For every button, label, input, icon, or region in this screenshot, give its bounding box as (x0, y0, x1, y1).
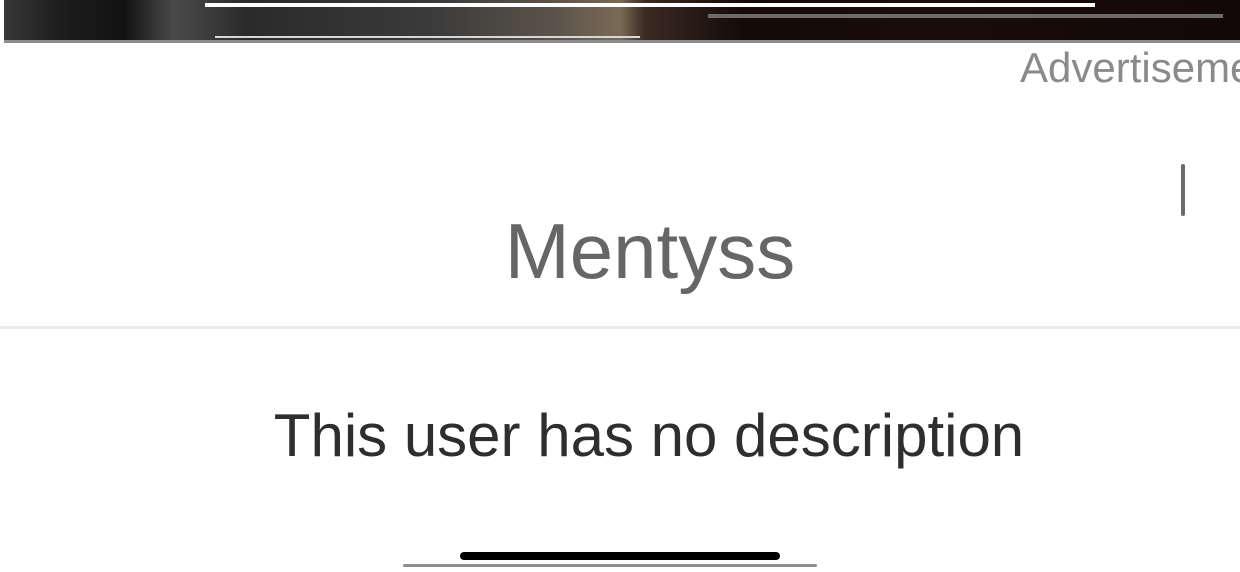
advertisement-label: Advertiseme (1020, 44, 1240, 91)
ad-graphic-line (205, 3, 1095, 7)
home-indicator-shadow (403, 564, 817, 567)
home-indicator[interactable] (460, 552, 780, 560)
ad-banner[interactable] (0, 0, 1240, 42)
section-divider (0, 326, 1240, 329)
ad-edge (0, 0, 4, 42)
ad-border (4, 40, 1240, 43)
ad-graphic-line (215, 36, 640, 38)
profile-description: This user has no description (273, 402, 1025, 469)
profile-username: Mentyss (504, 207, 796, 295)
ad-graphic-line (708, 14, 1223, 18)
